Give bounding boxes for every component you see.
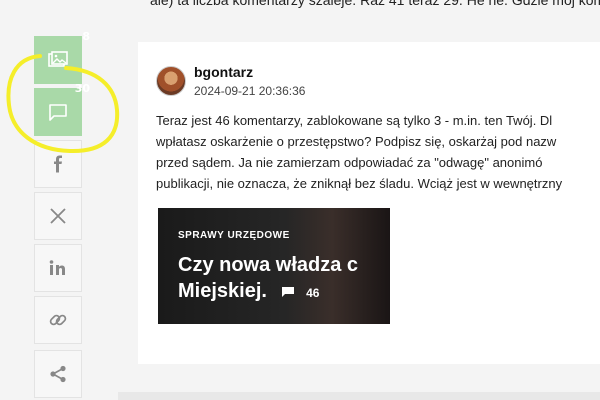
- comment-line: przed sądem. Ja nie zamierzam odpowiadać…: [156, 155, 543, 170]
- next-card-edge: [118, 392, 600, 400]
- promo-title-line: Czy nowa władza c: [178, 254, 359, 276]
- article-promo-card[interactable]: SPRAWY URZĘDOWE Czy nowa władza c Miejsk…: [158, 208, 390, 324]
- promo-title-text: Miejskiej.: [178, 280, 267, 302]
- comment-bubble-icon: [281, 286, 294, 297]
- comment-line: publikacji, nie oznacza, że zniknął bez …: [156, 176, 563, 191]
- previous-comment-text: ale) ta liczba komentarzy szaleje. Raz 4…: [150, 0, 600, 8]
- gallery-count: 8: [82, 30, 90, 43]
- copy-link-button[interactable]: [34, 296, 82, 344]
- promo-comment-count: 46: [306, 286, 320, 300]
- comment-body: Teraz jest 46 komentarzy, zablokowane są…: [156, 110, 600, 194]
- share-rail: 8 30: [34, 0, 90, 400]
- promo-category: SPRAWY URZĘDOWE: [178, 230, 290, 241]
- avatar[interactable]: [156, 66, 186, 96]
- comments-button[interactable]: 30: [34, 82, 90, 136]
- linkedin-icon: [49, 260, 65, 275]
- comment-date: 2024-09-21 20:36:36: [194, 84, 306, 98]
- gallery-button[interactable]: 8: [34, 30, 90, 84]
- share-icon: [50, 365, 66, 383]
- comments-count: 30: [74, 82, 90, 95]
- link-icon: [49, 314, 67, 326]
- share-facebook-button[interactable]: [34, 140, 82, 188]
- comment-line: wpłatasz oskarżenie o przestępstwo? Podp…: [156, 134, 557, 149]
- promo-title[interactable]: Czy nowa władza c Miejskiej. 46: [178, 252, 390, 306]
- facebook-icon: [54, 155, 62, 173]
- x-icon: [50, 208, 66, 224]
- share-linkedin-button[interactable]: [34, 244, 82, 292]
- promo-title-line-2: Miejskiej. 46: [178, 278, 390, 306]
- comment-author[interactable]: bgontarz: [194, 64, 253, 80]
- comment-card: bgontarz 2024-09-21 20:36:36 Teraz jest …: [138, 42, 600, 364]
- comment-icon: [49, 104, 67, 121]
- share-more-button[interactable]: [34, 350, 82, 398]
- gallery-icon: [48, 51, 68, 67]
- share-x-button[interactable]: [34, 192, 82, 240]
- comment-line: Teraz jest 46 komentarzy, zablokowane są…: [156, 113, 553, 128]
